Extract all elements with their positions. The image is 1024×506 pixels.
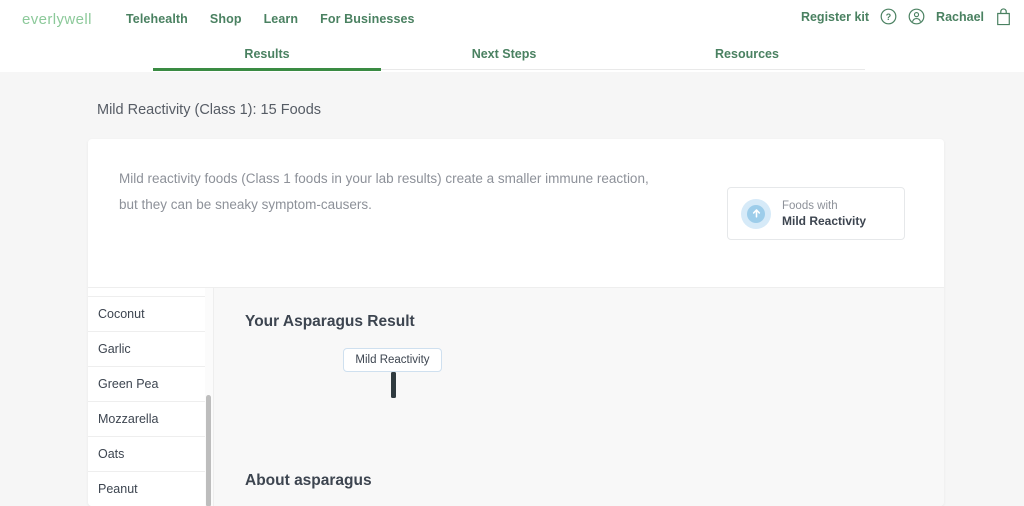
register-kit-link[interactable]: Register kit (801, 10, 869, 24)
list-item-peanut[interactable]: Peanut (88, 472, 213, 506)
about-section-body: Asparagus is a nutrient-dense vegetable … (245, 501, 905, 506)
list-item-garlic[interactable]: Garlic (88, 332, 213, 367)
nav-item-shop[interactable]: Shop (210, 12, 242, 26)
tab-resources[interactable]: Resources (633, 47, 861, 61)
everlywell-logo[interactable]: everlywell (22, 11, 92, 28)
reactivity-marker (391, 372, 396, 398)
question-circle-icon[interactable]: ? (880, 8, 897, 25)
tab-next-steps[interactable]: Next Steps (390, 47, 618, 61)
page-title: Mild Reactivity (Class 1): 15 Foods (97, 102, 322, 118)
reactivity-legend-card: Foods with Mild Reactivity (727, 187, 905, 240)
nav-item-for-businesses[interactable]: For Businesses (320, 12, 415, 26)
list-item-coconut[interactable]: Coconut (88, 297, 213, 332)
active-tab-underline (153, 68, 381, 71)
arrow-up-circle-icon (747, 204, 765, 223)
about-section-title: About asparagus (245, 472, 372, 489)
arrow-up-circle-outer (741, 198, 771, 229)
user-name-label[interactable]: Rachael (936, 10, 984, 24)
svg-text:?: ? (886, 12, 891, 22)
list-item-mozzarella[interactable]: Mozzarella (88, 402, 213, 437)
primary-nav: Telehealth Shop Learn For Businesses (126, 12, 415, 26)
legend-top-label: Foods with (782, 199, 838, 212)
food-list[interactable]: Coconut Garlic Green Pea Mozzarella Oats… (88, 288, 213, 506)
results-tab-bar: Results Next Steps Resources (0, 38, 1024, 72)
legend-bottom-label: Mild Reactivity (782, 213, 867, 228)
intro-paragraph: Mild reactivity foods (Class 1 foods in … (119, 166, 719, 218)
reactivity-tooltip: Mild Reactivity (343, 348, 442, 372)
list-item-oats[interactable]: Oats (88, 437, 213, 472)
user-circle-icon[interactable] (908, 8, 925, 25)
page-root: everlywell Telehealth Shop Learn For Bus… (0, 0, 1024, 506)
top-right-actions: Register kit ? Rachael (801, 8, 1012, 26)
intro-line-2: but they can be sneaky symptom-causers. (119, 197, 372, 212)
results-card: Mild reactivity foods (Class 1 foods in … (88, 139, 944, 506)
result-title: Your Asparagus Result (245, 313, 415, 330)
shopping-bag-icon[interactable] (995, 8, 1012, 26)
tab-results[interactable]: Results (153, 47, 381, 61)
intro-line-1: Mild reactivity foods (Class 1 foods in … (119, 171, 649, 186)
nav-item-learn[interactable]: Learn (264, 12, 299, 26)
list-item-green-pea[interactable]: Green Pea (88, 367, 213, 402)
legend-text-block: Foods with Mild Reactivity (782, 200, 866, 228)
food-list-scrollbar-thumb[interactable] (206, 395, 211, 506)
nav-item-telehealth[interactable]: Telehealth (126, 12, 188, 26)
list-item-partial[interactable] (88, 288, 213, 297)
top-navigation-bar: everlywell Telehealth Shop Learn For Bus… (0, 0, 1024, 38)
